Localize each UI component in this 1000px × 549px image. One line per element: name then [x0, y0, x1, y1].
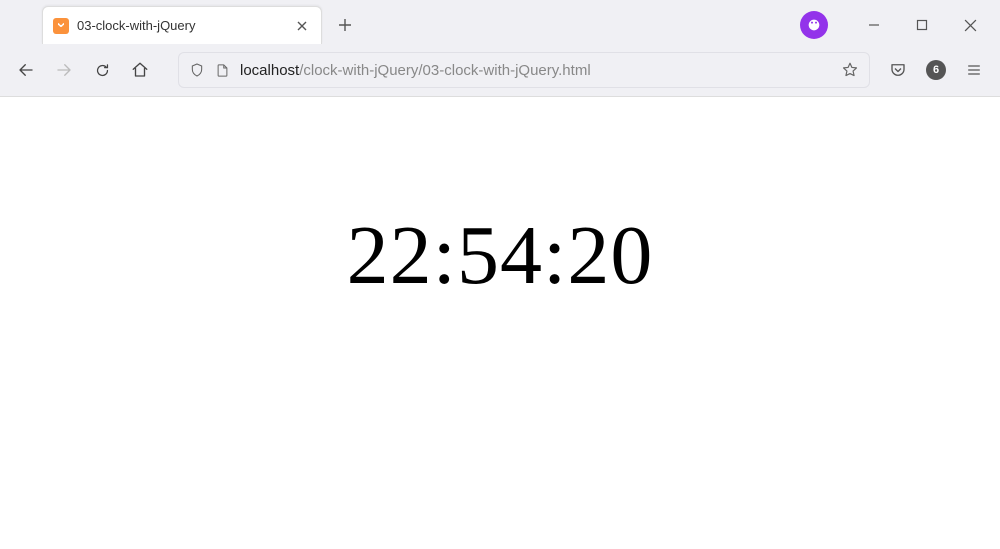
window-controls [800, 9, 1000, 41]
window-close-button[interactable] [948, 9, 992, 41]
tab-title: 03-clock-with-jQuery [77, 18, 285, 33]
extension-icon[interactable] [800, 11, 828, 39]
badge-count: 6 [926, 60, 946, 80]
notifications-badge[interactable]: 6 [918, 52, 954, 88]
shield-icon[interactable] [189, 62, 205, 78]
url-host: localhost [240, 62, 299, 79]
tab-close-button[interactable] [293, 17, 311, 35]
browser-chrome: 03-clock-with-jQuery [0, 0, 1000, 97]
browser-tab[interactable]: 03-clock-with-jQuery [42, 6, 322, 44]
reload-button[interactable] [84, 52, 120, 88]
tab-bar: 03-clock-with-jQuery [0, 0, 1000, 44]
page-content: 22:54:20 [0, 97, 1000, 549]
page-info-icon[interactable] [215, 63, 230, 78]
bookmark-star-icon[interactable] [841, 61, 859, 79]
back-button[interactable] [8, 52, 44, 88]
window-minimize-button[interactable] [852, 9, 896, 41]
new-tab-button[interactable] [330, 10, 360, 40]
clock-display: 22:54:20 [347, 207, 654, 304]
nav-bar: localhost/clock-with-jQuery/03-clock-wit… [0, 44, 1000, 96]
forward-button[interactable] [46, 52, 82, 88]
pocket-icon[interactable] [880, 52, 916, 88]
window-maximize-button[interactable] [900, 9, 944, 41]
app-menu-button[interactable] [956, 52, 992, 88]
xampp-icon [53, 18, 69, 34]
url-path: /clock-with-jQuery/03-clock-with-jQuery.… [299, 62, 590, 79]
home-button[interactable] [122, 52, 158, 88]
address-bar[interactable]: localhost/clock-with-jQuery/03-clock-wit… [178, 52, 870, 88]
url-text[interactable]: localhost/clock-with-jQuery/03-clock-wit… [240, 62, 831, 79]
